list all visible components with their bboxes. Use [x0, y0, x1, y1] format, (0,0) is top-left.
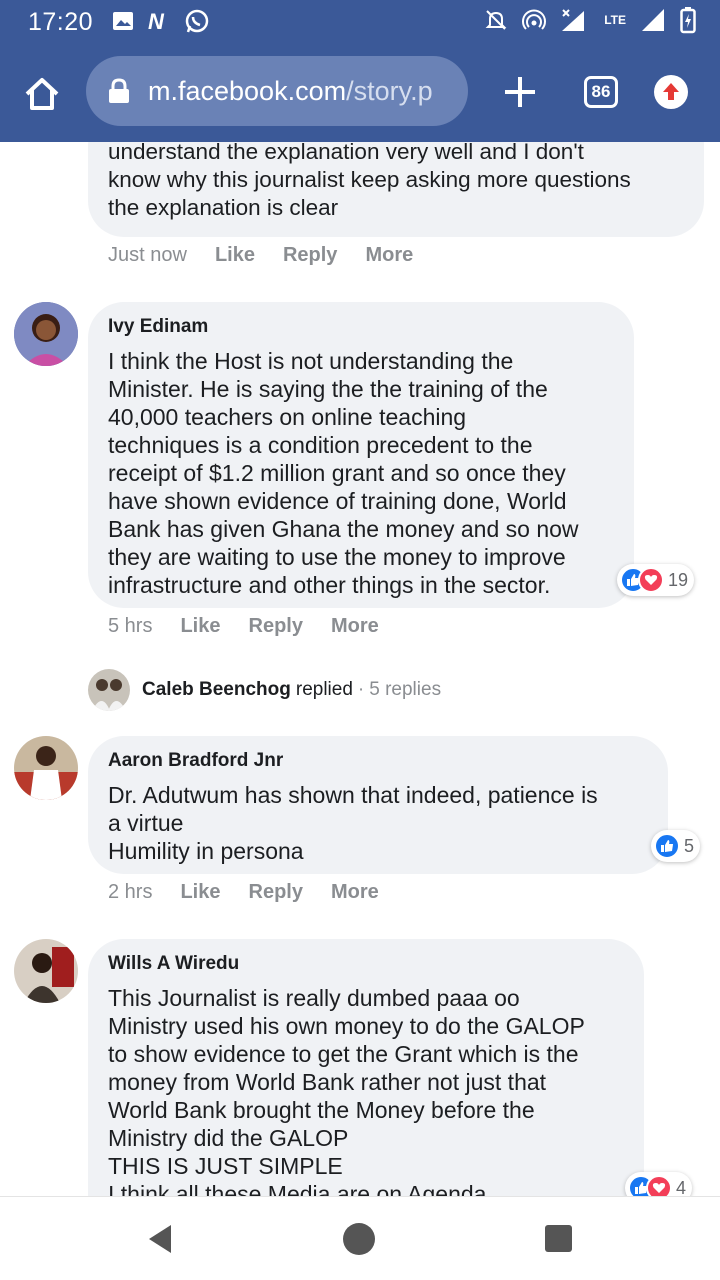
svg-text:N: N: [148, 10, 165, 32]
more-button[interactable]: More: [365, 244, 413, 267]
update-arrow-icon: [663, 83, 679, 100]
like-button[interactable]: Like: [180, 615, 220, 638]
signal-x-icon: [562, 9, 585, 31]
avatar[interactable]: [14, 939, 78, 1003]
url-domain: m.facebook.com: [148, 75, 347, 106]
address-bar[interactable]: m.facebook.com/story.p: [86, 56, 468, 126]
more-button[interactable]: More: [331, 615, 379, 638]
tab-count: 86: [591, 82, 611, 101]
browser-menu-button[interactable]: [654, 75, 688, 109]
signal-icon: [642, 9, 664, 31]
avatar-image: [14, 736, 78, 800]
replier-name: Caleb Beenchog: [142, 679, 291, 700]
comment-time: 5 hrs: [108, 615, 153, 637]
comments-feed[interactable]: understand the explanation very well and…: [0, 142, 720, 1196]
view-replies-link[interactable]: Caleb Beenchog replied · 5 replies: [88, 668, 441, 712]
replied-label: replied: [295, 679, 353, 700]
comment-text: This Journalist is really dumbed paaa oo…: [108, 985, 585, 1196]
hotspot-icon: [522, 9, 547, 30]
reaction-count: 5: [684, 835, 695, 856]
avatar[interactable]: [14, 302, 78, 366]
comment-text: understand the explanation very well and…: [108, 142, 631, 220]
mute-bell-icon: [485, 10, 507, 30]
reactions-badge[interactable]: 19: [617, 564, 695, 596]
love-reaction-icon: [638, 567, 664, 593]
comment-time: Just now: [108, 244, 187, 266]
reply-button[interactable]: Reply: [283, 244, 337, 267]
browser-toolbar: m.facebook.com/story.p 86: [0, 44, 720, 142]
like-button[interactable]: Like: [215, 244, 255, 267]
reactions-badge[interactable]: 4: [625, 1172, 693, 1197]
comment-author[interactable]: Aaron Bradford Jnr: [108, 750, 648, 772]
reaction-count: 4: [676, 1177, 687, 1197]
new-tab-plus-icon[interactable]: [500, 72, 540, 112]
like-button[interactable]: Like: [180, 881, 220, 904]
back-triangle-icon[interactable]: [145, 1223, 175, 1255]
reaction-count: 19: [668, 569, 689, 590]
comment-bubble: Wills A Wiredu This Journalist is really…: [88, 939, 644, 1196]
n-app-icon: N: [148, 10, 165, 32]
comment-actions: 2 hrs Like Reply More: [108, 881, 379, 904]
reply-button[interactable]: Reply: [249, 881, 303, 904]
separator-dot: ·: [357, 679, 365, 700]
comment-actions: 5 hrs Like Reply More: [108, 615, 379, 638]
comment-author[interactable]: Wills A Wiredu: [108, 953, 624, 975]
avatar-image: [14, 939, 78, 1003]
home-icon[interactable]: [22, 74, 62, 114]
whatsapp-icon: [185, 9, 209, 33]
image-icon: [113, 12, 133, 30]
comment-bubble: understand the explanation very well and…: [88, 142, 704, 237]
comment-bubble: Ivy Edinam I think the Host is not under…: [88, 302, 634, 608]
like-reaction-icon: [654, 833, 680, 859]
comment-bubble: Aaron Bradford Jnr Dr. Adutwum has shown…: [88, 736, 668, 874]
love-reaction-icon: [646, 1175, 672, 1196]
replies-count: 5 replies: [369, 679, 442, 700]
lte-indicator: LTE: [604, 13, 626, 27]
comment-author[interactable]: Ivy Edinam: [108, 316, 614, 338]
url-path: /story.p: [346, 75, 433, 106]
comment-text: Dr. Adutwum has shown that indeed, patie…: [108, 782, 598, 864]
recent-apps-square-icon[interactable]: [545, 1225, 572, 1252]
tab-switcher-button[interactable]: 86: [584, 76, 618, 108]
status-time: 17:20: [28, 8, 94, 36]
replier-avatar: [88, 669, 130, 711]
comment-time: 2 hrs: [108, 881, 153, 903]
reply-button[interactable]: Reply: [249, 615, 303, 638]
avatar-image: [14, 302, 78, 366]
more-button[interactable]: More: [331, 881, 379, 904]
lock-icon: [109, 78, 129, 103]
reactions-badge[interactable]: 5: [651, 830, 701, 862]
android-nav-bar: [0, 1196, 720, 1280]
comment-text: I think the Host is not understanding th…: [108, 348, 579, 598]
home-circle-icon[interactable]: [343, 1223, 375, 1255]
battery-icon: [680, 7, 696, 34]
status-bar: 17:20 N LTE: [0, 0, 720, 44]
url-text: m.facebook.com/story.p: [148, 76, 433, 107]
avatar[interactable]: [14, 736, 78, 800]
comment-actions: Just now Like Reply More: [108, 244, 413, 267]
